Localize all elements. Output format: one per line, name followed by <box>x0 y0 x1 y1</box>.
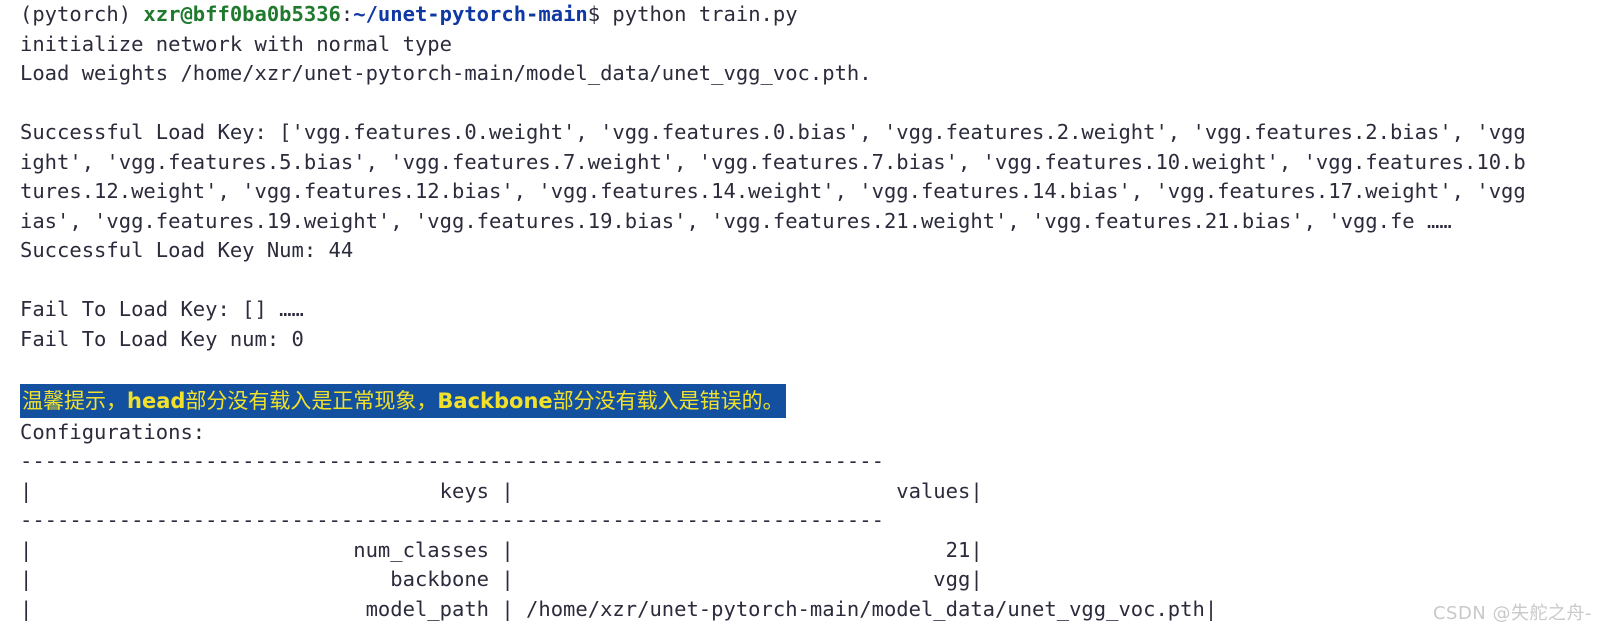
tip-middle-text: 部分没有载入是正常现象， <box>185 389 438 413</box>
output-line-successful-keys-3: tures.12.weight', 'vgg.features.12.bias'… <box>20 179 1526 203</box>
working-directory-label: ~/unet-pytorch-main <box>353 2 588 26</box>
csdn-watermark: CSDN @失舵之舟- <box>1432 603 1592 624</box>
output-line-successful-keys-1: Successful Load Key: ['vgg.features.0.we… <box>20 120 1526 144</box>
output-line-successful-keys-4: ias', 'vgg.features.19.weight', 'vgg.fea… <box>20 208 1452 233</box>
tip-head-keyword: head <box>127 389 186 413</box>
command-text: $ python train.py <box>587 2 798 26</box>
terminal-window: (pytorch) xzr@bff0ba0b5336:~/unet-pytorc… <box>0 0 1606 631</box>
config-separator-top: ----------------------------------------… <box>20 449 884 473</box>
prompt-line: (pytorch) xzr@bff0ba0b5336:~/unet-pytorc… <box>0 0 1606 30</box>
output-line-fail-key-num: Fail To Load Key num: 0 <box>20 326 304 351</box>
output-line-blank-2 <box>0 266 1606 296</box>
output-line-load-weights: Load weights /home/xzr/unet-pytorch-main… <box>20 61 872 85</box>
tip-suffix-text: 部分没有载入是错误的。 <box>552 389 784 413</box>
conda-env-label: (pytorch) <box>20 2 144 26</box>
output-line-initialize: initialize network with normal type <box>20 31 452 56</box>
output-line-successful-key-num: Successful Load Key Num: 44 <box>20 238 354 262</box>
config-row-num-classes: | num_classes | 21| <box>20 537 983 562</box>
tip-line: 温馨提示，head部分没有载入是正常现象，Backbone部分没有载入是错误的。 <box>0 384 1606 418</box>
config-table-header-row: | keys | values| <box>20 478 983 503</box>
config-row-backbone: | backbone | vgg| <box>20 567 983 591</box>
output-line-successful-keys-2: ight', 'vgg.features.5.bias', 'vgg.featu… <box>20 149 1526 174</box>
config-row-model-path: | model_path | /home/xzr/unet-pytorch-ma… <box>20 596 1218 621</box>
tip-backbone-keyword: Backbone <box>437 389 553 413</box>
tip-prefix-text: 温馨提示， <box>22 389 127 413</box>
user-host-label: xzr@bff0ba0b5336 <box>143 2 341 26</box>
output-line-blank-3 <box>0 354 1606 384</box>
configurations-heading: Configurations: <box>20 419 206 444</box>
tip-highlight-banner: 温馨提示，head部分没有载入是正常现象，Backbone部分没有载入是错误的。 <box>20 384 786 418</box>
config-separator-middle: ----------------------------------------… <box>20 508 884 532</box>
output-line-blank-1 <box>0 89 1606 119</box>
output-line-fail-keys: Fail To Load Key: [] …… <box>20 297 304 321</box>
prompt-colon: : <box>340 2 354 26</box>
